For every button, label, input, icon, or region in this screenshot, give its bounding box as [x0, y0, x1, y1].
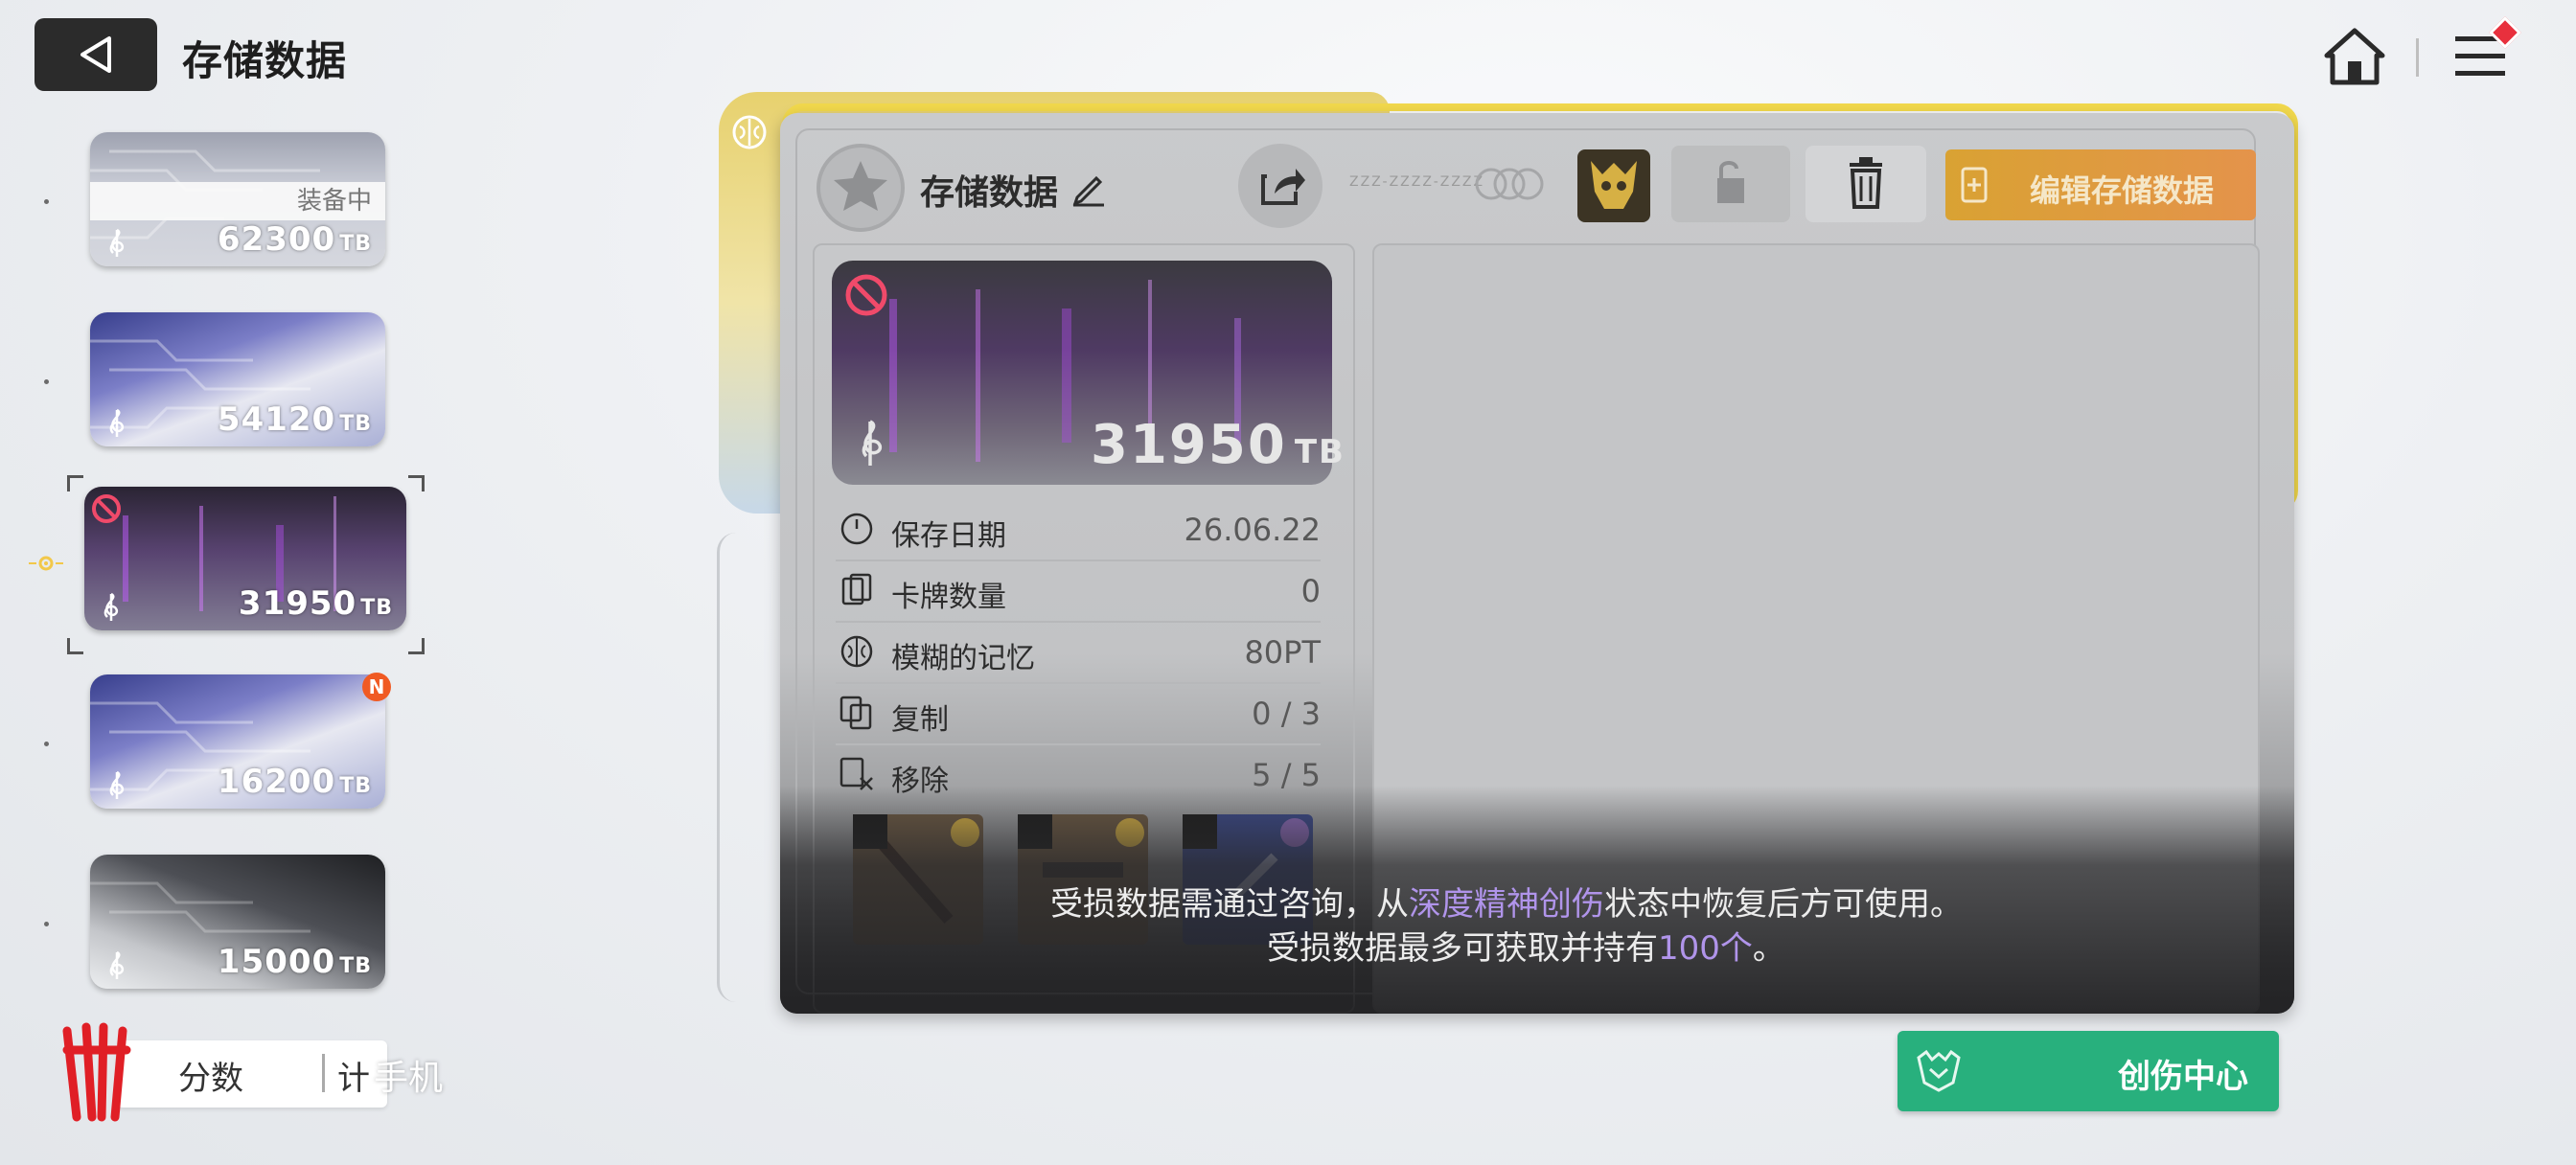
stat-label: 卡牌数量	[891, 581, 1006, 614]
storage-card-3-selected[interactable]: 31950 TB	[84, 487, 406, 630]
star-seal-icon	[834, 161, 887, 211]
trauma-center-icon	[1917, 1049, 1961, 1092]
top-separator	[2416, 38, 2419, 77]
storage-card-5[interactable]: 15000 TB	[90, 855, 385, 989]
card-value: 15000 TB	[217, 943, 372, 981]
new-badge: N	[362, 673, 391, 701]
rail-selected-marker-icon	[29, 556, 63, 571]
notice-line-1: 受损数据需通过咨询，从深度精神创伤状态中恢复后方可使用。	[1050, 885, 1963, 924]
rings-icon	[1475, 168, 1544, 200]
edit-storage-data-label: 编辑存储数据	[2030, 172, 2215, 209]
card-value: 54120 TB	[217, 400, 372, 439]
stat-value: 0	[1300, 573, 1321, 609]
storage-card-1[interactable]: 装备中 62300 TB	[90, 132, 385, 266]
dim-code-text: ZZZ-ZZZZ-ZZZZ	[1349, 174, 1485, 190]
stat-label: 保存日期	[891, 519, 1006, 553]
notice-line-2: 受损数据最多可获取并持有100个。	[1267, 929, 1785, 968]
clef-icon	[862, 420, 883, 466]
clock-icon	[840, 513, 873, 545]
brand-logo-icon	[62, 1022, 131, 1122]
selection-corner	[67, 475, 83, 491]
selection-corner	[67, 638, 83, 654]
share-button[interactable]	[1238, 144, 1322, 228]
stat-label: 复制	[891, 703, 949, 737]
rail-dot	[44, 922, 49, 926]
edit-pencil-icon[interactable]	[1070, 169, 1108, 207]
damaged-ban-icon	[92, 494, 121, 523]
brain-icon	[840, 635, 873, 668]
clef-icon	[109, 228, 125, 257]
rail-dot	[44, 379, 49, 384]
equipped-label: 装备中	[90, 182, 385, 220]
copy-icon	[840, 696, 872, 730]
stat-row-copy: 复制 0 / 3	[836, 682, 1321, 745]
card-value: 31950 TB	[238, 584, 393, 623]
panel-title: 存储数据	[920, 173, 1059, 213]
trash-icon	[1850, 157, 1882, 209]
selection-corner	[408, 475, 425, 491]
stat-value: 80PT	[1244, 634, 1321, 671]
score-fragment: 计	[337, 1060, 370, 1098]
clef-icon	[104, 592, 119, 621]
stat-row-card-count: 卡牌数量 0	[836, 560, 1321, 623]
score-separator	[322, 1054, 325, 1092]
selection-corner	[408, 638, 425, 654]
stat-value: 0 / 3	[1252, 696, 1321, 732]
rail-dot	[44, 742, 49, 746]
clef-icon	[109, 950, 125, 979]
card-value: 62300 TB	[217, 220, 372, 259]
brain-tab-icon	[732, 115, 767, 149]
storage-card-4[interactable]: 16200 TB	[90, 674, 385, 809]
back-arrow-icon	[80, 36, 111, 73]
stat-row-save-date: 保存日期 26.06.22	[836, 498, 1321, 561]
lock-button[interactable]	[1671, 146, 1790, 222]
mask-icon	[1591, 161, 1637, 209]
cards-icon	[841, 573, 872, 605]
unlock-icon	[1717, 161, 1744, 203]
edit-data-icon	[1961, 167, 1988, 203]
clef-icon	[109, 770, 125, 799]
phone-watermark-text: 手机	[374, 1059, 444, 1098]
delete-button[interactable]	[1806, 146, 1926, 222]
share-icon	[1261, 169, 1305, 205]
mask-avatar[interactable]	[1577, 149, 1650, 222]
card-value: 16200 TB	[217, 763, 372, 801]
rail-dot	[44, 199, 49, 204]
storage-card-2[interactable]: 54120 TB	[90, 312, 385, 446]
stat-label: 模糊的记忆	[891, 642, 1035, 675]
clef-icon	[109, 408, 125, 437]
trauma-center-label: 创伤中心	[2118, 1058, 2248, 1096]
stat-value: 26.06.22	[1184, 512, 1322, 548]
home-icon[interactable]	[2323, 27, 2386, 86]
page-title: 存储数据	[182, 37, 348, 84]
storage-seal	[816, 144, 905, 232]
score-label: 分数	[178, 1060, 243, 1098]
back-button[interactable]	[34, 18, 157, 91]
selected-card-value: 31950 TB	[1091, 414, 1346, 476]
panel-side-rail	[717, 533, 739, 1002]
stat-row-blurred-memory: 模糊的记忆 80PT	[836, 621, 1321, 684]
